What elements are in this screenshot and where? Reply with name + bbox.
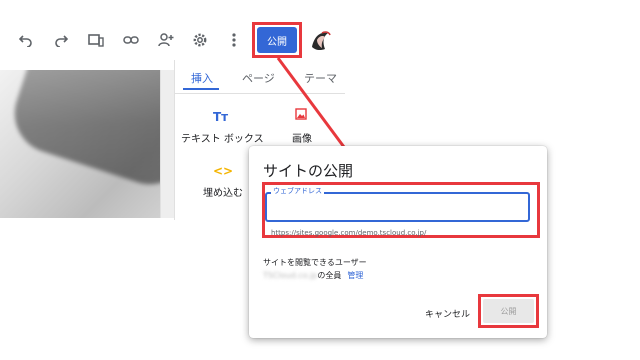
viewers-heading: サイトを閲覧できるユーザー bbox=[263, 258, 367, 267]
page-canvas-image bbox=[0, 70, 160, 218]
embed-label[interactable]: 埋め込む bbox=[203, 184, 243, 199]
manage-link[interactable]: 管理 bbox=[347, 271, 363, 280]
panel-divider bbox=[175, 93, 345, 94]
link-icon[interactable] bbox=[121, 30, 141, 50]
text-box-icon: Tт bbox=[213, 110, 229, 124]
gear-icon[interactable] bbox=[190, 30, 210, 50]
more-vert-icon[interactable] bbox=[224, 30, 244, 50]
canvas-scrollbar[interactable] bbox=[160, 70, 174, 218]
cancel-button[interactable]: キャンセル bbox=[425, 307, 470, 320]
undo-icon[interactable] bbox=[16, 30, 36, 50]
dialog-title: サイトの公開 bbox=[263, 162, 354, 180]
embed-icon: <> bbox=[213, 164, 234, 178]
text-box-label[interactable]: テキスト ボックス bbox=[181, 130, 264, 145]
web-address-input[interactable] bbox=[265, 192, 530, 222]
image-icon bbox=[295, 108, 307, 123]
avatar[interactable] bbox=[308, 27, 334, 53]
viewers-domain: TSCloud.co.jp bbox=[263, 271, 318, 280]
viewers-row: TSCloud.co.jpの全員 管理 bbox=[263, 270, 363, 281]
web-address-label: ウェブアドレス bbox=[271, 186, 324, 196]
tab-insert[interactable]: 挿入 bbox=[191, 70, 213, 86]
viewers-suffix: の全員 bbox=[317, 271, 342, 280]
dialog-publish-button[interactable]: 公開 bbox=[483, 299, 534, 323]
publish-site-dialog: サイトの公開 ウェブアドレス https://sites.google.com/… bbox=[249, 146, 547, 338]
publish-button[interactable]: 公開 bbox=[257, 27, 297, 53]
url-hint: https://sites.google.com/demo.tscloud.co… bbox=[271, 229, 427, 237]
redo-icon[interactable] bbox=[51, 30, 71, 50]
tab-pages[interactable]: ページ bbox=[242, 70, 275, 86]
share-add-person-icon[interactable] bbox=[156, 30, 176, 50]
active-tab-indicator bbox=[183, 88, 219, 90]
tab-themes[interactable]: テーマ bbox=[304, 70, 337, 86]
image-label[interactable]: 画像 bbox=[292, 130, 312, 145]
preview-devices-icon[interactable] bbox=[86, 30, 106, 50]
